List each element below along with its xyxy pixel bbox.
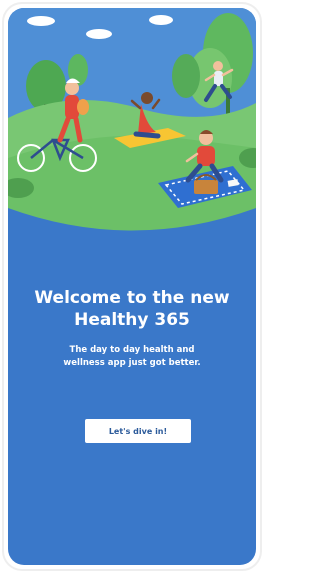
lets-dive-in-button[interactable]: Let's dive in!	[85, 419, 191, 443]
welcome-subtitle-line-2: wellness app just got better.	[63, 358, 201, 368]
hero-illustration	[8, 8, 256, 243]
welcome-title-line-2: Healthy 365	[74, 310, 190, 330]
park-activities-illustration	[8, 8, 256, 243]
welcome-section: Welcome to the new Healthy 365 The day t…	[8, 243, 256, 565]
phone-frame: Welcome to the new Healthy 365 The day t…	[2, 2, 262, 571]
welcome-subtitle: The day to day health and wellness app j…	[36, 344, 228, 370]
app-screen: Welcome to the new Healthy 365 The day t…	[8, 8, 256, 565]
welcome-subtitle-line-1: The day to day health and	[69, 345, 195, 355]
welcome-title: Welcome to the new Healthy 365	[8, 287, 256, 331]
welcome-title-line-1: Welcome to the new	[34, 288, 230, 308]
